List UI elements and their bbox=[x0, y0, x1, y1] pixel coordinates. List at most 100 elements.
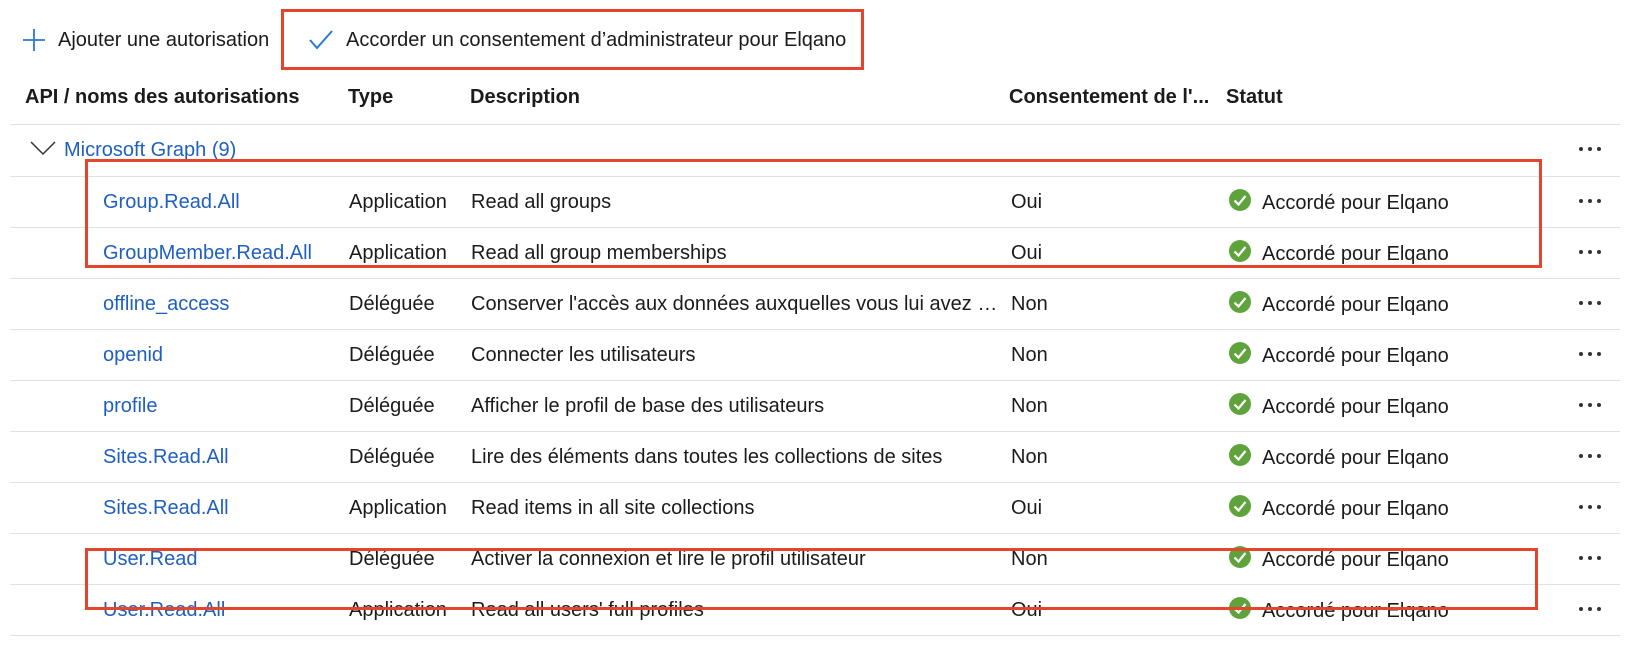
group-label: Microsoft Graph (9) bbox=[64, 139, 237, 161]
status-text: Accordé pour Elqano bbox=[1262, 548, 1449, 571]
status-text: Accordé pour Elqano bbox=[1262, 344, 1449, 367]
table-header: API / noms des autorisations Type Descri… bbox=[10, 72, 1620, 125]
admin-consent-required: Non bbox=[1011, 395, 1048, 417]
permission-name-link[interactable]: User.Read.All bbox=[103, 599, 225, 622]
group-toggle[interactable]: Microsoft Graph (9) bbox=[30, 139, 236, 162]
permission-type: Déléguée bbox=[349, 446, 435, 468]
status-cell: Accordé pour Elqano bbox=[1228, 494, 1449, 524]
admin-consent-required: Non bbox=[1011, 548, 1048, 570]
more-options-icon[interactable] bbox=[1570, 495, 1610, 519]
chevron-down-icon bbox=[30, 140, 56, 161]
status-cell: Accordé pour Elqano bbox=[1228, 545, 1449, 575]
add-permission-label: Ajouter une autorisation bbox=[58, 28, 270, 51]
table-body: Group.Read.All Application Read all groups… bbox=[10, 177, 1620, 636]
permission-description: Read all group memberships bbox=[471, 242, 727, 264]
permission-name-link[interactable]: openid bbox=[103, 344, 163, 367]
status-text: Accordé pour Elqano bbox=[1262, 446, 1449, 469]
permission-type: Application bbox=[349, 242, 447, 264]
granted-check-circle-icon bbox=[1228, 443, 1252, 473]
status-cell: Accordé pour Elqano bbox=[1228, 341, 1449, 371]
permission-description: Activer la connexion et lire le profil u… bbox=[471, 548, 866, 570]
admin-consent-required: Non bbox=[1011, 293, 1048, 315]
column-header-name[interactable]: API / noms des autorisations bbox=[25, 86, 300, 109]
more-options-icon[interactable] bbox=[1570, 240, 1610, 264]
more-options-icon[interactable] bbox=[1570, 444, 1610, 468]
table-row[interactable]: openid Déléguée Connecter les utilisateurs… bbox=[10, 330, 1620, 381]
granted-check-circle-icon bbox=[1228, 290, 1252, 320]
granted-check-circle-icon bbox=[1228, 392, 1252, 422]
permission-name-link[interactable]: GroupMember.Read.All bbox=[103, 242, 312, 265]
table-row[interactable]: User.Read Déléguée Activer la connexion et… bbox=[10, 534, 1620, 585]
command-bar: Ajouter une autorisation Accorder un con… bbox=[0, 0, 1646, 80]
permission-description: Lire des éléments dans toutes les collec… bbox=[471, 446, 943, 468]
permission-name-link[interactable]: profile bbox=[103, 395, 157, 418]
admin-consent-required: Oui bbox=[1011, 599, 1043, 621]
permission-description: Connecter les utilisateurs bbox=[471, 344, 696, 366]
granted-check-circle-icon bbox=[1228, 596, 1252, 626]
admin-consent-required: Oui bbox=[1011, 497, 1043, 519]
permission-description: Read items in all site collections bbox=[471, 497, 755, 519]
group-row-microsoft-graph: Microsoft Graph (9) bbox=[10, 125, 1620, 177]
admin-consent-required: Non bbox=[1011, 344, 1048, 366]
status-cell: Accordé pour Elqano bbox=[1228, 239, 1449, 269]
table-row[interactable]: Sites.Read.All Application Read items in a… bbox=[10, 483, 1620, 534]
status-cell: Accordé pour Elqano bbox=[1228, 443, 1449, 473]
table-row[interactable]: User.Read.All Application Read all users' … bbox=[10, 585, 1620, 636]
more-options-icon[interactable] bbox=[1570, 137, 1610, 161]
status-cell: Accordé pour Elqano bbox=[1228, 188, 1449, 218]
permission-name-link[interactable]: User.Read bbox=[103, 548, 198, 571]
status-cell: Accordé pour Elqano bbox=[1228, 290, 1449, 320]
permission-name-link[interactable]: offline_access bbox=[103, 293, 229, 316]
column-header-status[interactable]: Statut bbox=[1226, 86, 1283, 109]
permission-description: Read all users' full profiles bbox=[471, 599, 704, 621]
add-permission-button[interactable]: Ajouter une autorisation bbox=[22, 18, 269, 62]
status-text: Accordé pour Elqano bbox=[1262, 242, 1449, 265]
more-options-icon[interactable] bbox=[1570, 291, 1610, 315]
permission-type: Application bbox=[349, 497, 447, 519]
admin-consent-required: Non bbox=[1011, 446, 1048, 468]
granted-check-circle-icon bbox=[1228, 239, 1252, 269]
permission-description: Read all groups bbox=[471, 191, 612, 213]
more-options-icon[interactable] bbox=[1570, 597, 1610, 621]
plus-icon bbox=[22, 28, 46, 52]
permission-description: Afficher le profil de base des utilisate… bbox=[471, 395, 825, 417]
permission-type: Déléguée bbox=[349, 395, 435, 417]
more-options-icon[interactable] bbox=[1570, 189, 1610, 213]
admin-consent-required: Oui bbox=[1011, 191, 1043, 213]
granted-check-circle-icon bbox=[1228, 341, 1252, 371]
more-options-icon[interactable] bbox=[1570, 342, 1610, 366]
status-cell: Accordé pour Elqano bbox=[1228, 392, 1449, 422]
table-row[interactable]: profile Déléguée Afficher le profil de bas… bbox=[10, 381, 1620, 432]
granted-check-circle-icon bbox=[1228, 188, 1252, 218]
admin-consent-required: Oui bbox=[1011, 242, 1043, 264]
table-row[interactable]: Group.Read.All Application Read all groups… bbox=[10, 177, 1620, 228]
checkmark-icon bbox=[308, 29, 334, 51]
grant-admin-consent-label: Accorder un consentement d’administrateu… bbox=[346, 28, 847, 51]
status-text: Accordé pour Elqano bbox=[1262, 497, 1449, 520]
table-row[interactable]: GroupMember.Read.All Application Read all … bbox=[10, 228, 1620, 279]
column-header-type[interactable]: Type bbox=[348, 86, 393, 109]
permissions-table: API / noms des autorisations Type Descri… bbox=[10, 72, 1620, 636]
more-options-icon[interactable] bbox=[1570, 393, 1610, 417]
status-cell: Accordé pour Elqano bbox=[1228, 596, 1449, 626]
granted-check-circle-icon bbox=[1228, 545, 1252, 575]
column-header-consent[interactable]: Consentement de l'... bbox=[1009, 86, 1209, 109]
grant-admin-consent-button[interactable]: Accorder un consentement d’administrateu… bbox=[308, 18, 846, 62]
column-header-description[interactable]: Description bbox=[470, 86, 580, 109]
permission-type: Déléguée bbox=[349, 344, 435, 366]
permission-name-link[interactable]: Sites.Read.All bbox=[103, 497, 229, 520]
table-row[interactable]: Sites.Read.All Déléguée Lire des éléments … bbox=[10, 432, 1620, 483]
permission-name-link[interactable]: Group.Read.All bbox=[103, 191, 240, 214]
permission-name-link[interactable]: Sites.Read.All bbox=[103, 446, 229, 469]
status-text: Accordé pour Elqano bbox=[1262, 599, 1449, 622]
more-options-icon[interactable] bbox=[1570, 546, 1610, 570]
permission-description: Conserver l'accès aux données auxquelles… bbox=[471, 293, 1006, 315]
permission-type: Déléguée bbox=[349, 293, 435, 315]
table-row[interactable]: offline_access Déléguée Conserver l'accès … bbox=[10, 279, 1620, 330]
status-text: Accordé pour Elqano bbox=[1262, 395, 1449, 418]
status-text: Accordé pour Elqano bbox=[1262, 293, 1449, 316]
status-text: Accordé pour Elqano bbox=[1262, 191, 1449, 214]
permission-type: Déléguée bbox=[349, 548, 435, 570]
granted-check-circle-icon bbox=[1228, 494, 1252, 524]
permission-type: Application bbox=[349, 599, 447, 621]
